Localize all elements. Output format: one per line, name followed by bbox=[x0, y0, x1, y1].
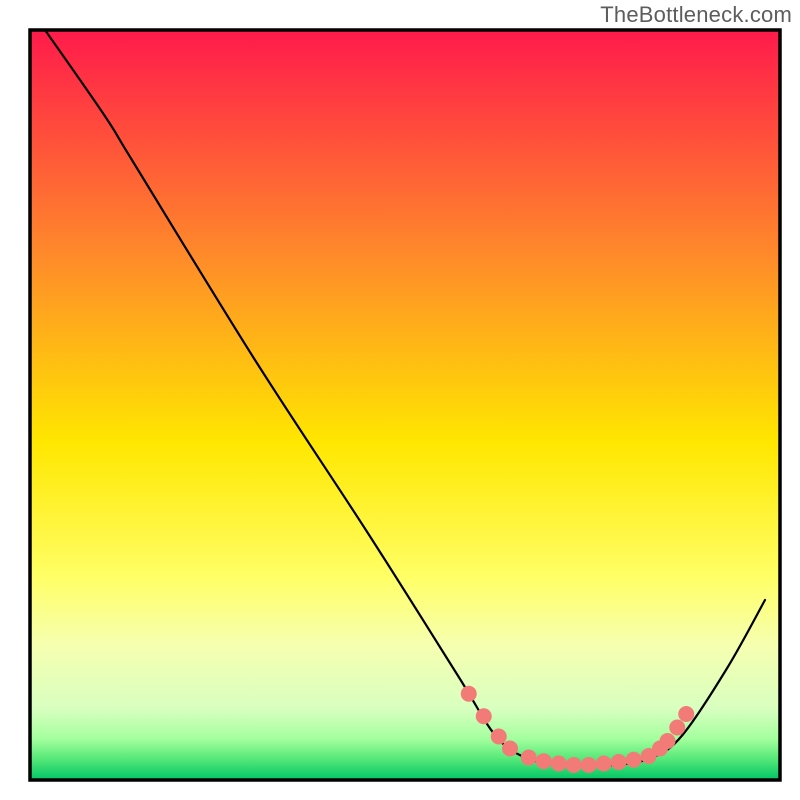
bottleneck-chart bbox=[0, 0, 800, 800]
data-dot bbox=[660, 733, 676, 749]
data-dot bbox=[626, 752, 642, 768]
data-dot bbox=[669, 720, 685, 736]
data-dot bbox=[461, 686, 477, 702]
data-dot bbox=[611, 754, 627, 770]
data-dot bbox=[476, 708, 492, 724]
chart-frame: TheBottleneck.com bbox=[0, 0, 800, 800]
data-dot bbox=[596, 756, 612, 772]
data-dot bbox=[551, 756, 567, 772]
data-dot bbox=[566, 757, 582, 773]
data-dot bbox=[581, 757, 597, 773]
chart-background bbox=[30, 30, 780, 780]
data-dot bbox=[491, 729, 507, 745]
data-dot bbox=[521, 750, 537, 766]
attribution-text: TheBottleneck.com bbox=[600, 2, 792, 28]
data-dot bbox=[536, 753, 552, 769]
data-dot bbox=[502, 741, 518, 757]
data-dot bbox=[678, 706, 694, 722]
